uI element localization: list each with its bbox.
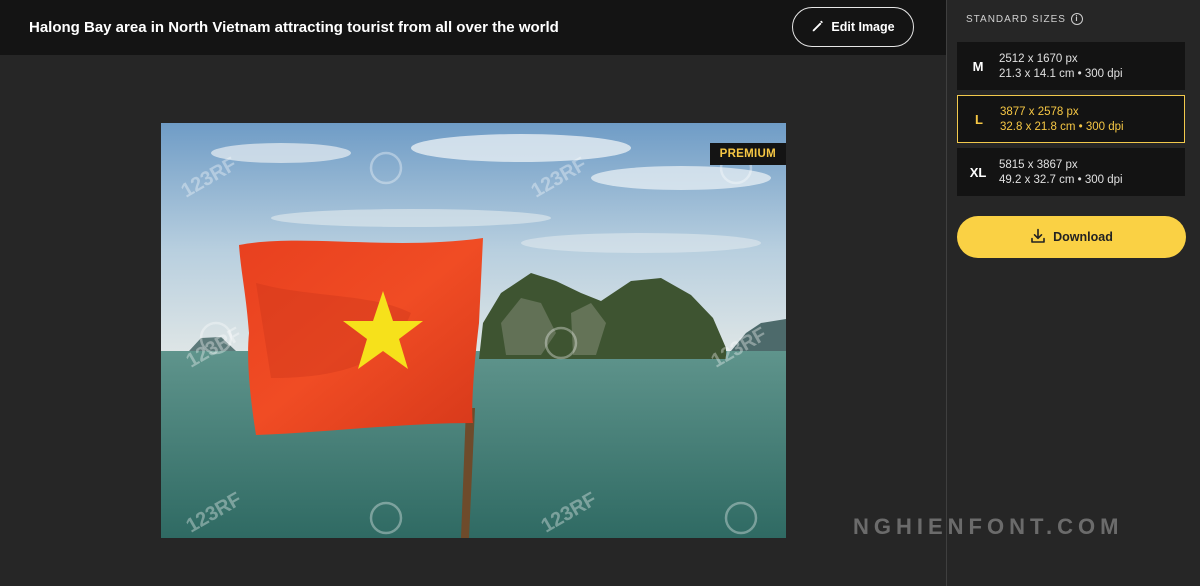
- size-letter: XL: [969, 164, 987, 180]
- photo-preview[interactable]: 123RF 123RF 123RF 123RF 123RF 123RF PREM…: [161, 123, 786, 538]
- image-title: Halong Bay area in North Vietnam attract…: [29, 19, 559, 36]
- premium-badge: PREMIUM: [709, 143, 786, 165]
- size-letter: L: [975, 111, 983, 127]
- header-bar: Halong Bay area in North Vietnam attract…: [0, 0, 946, 55]
- size-detail: 21.3 x 14.1 cm • 300 dpi: [999, 67, 1123, 80]
- size-detail: 49.2 x 32.7 cm • 300 dpi: [999, 173, 1123, 186]
- size-option-xl[interactable]: XL 5815 x 3867 px 49.2 x 32.7 cm • 300 d…: [957, 148, 1185, 196]
- size-detail: 32.8 x 21.8 cm • 300 dpi: [1000, 120, 1124, 133]
- download-label: Download: [1053, 230, 1113, 244]
- standard-sizes-heading: STANDARD SIZES i: [966, 13, 1083, 25]
- pencil-icon: [811, 19, 825, 36]
- info-icon[interactable]: i: [1070, 13, 1083, 25]
- size-letter: M: [972, 58, 984, 74]
- download-button[interactable]: Download: [957, 216, 1186, 258]
- panel-divider: [946, 0, 947, 586]
- size-option-l[interactable]: L 3877 x 2578 px 32.8 x 21.8 cm • 300 dp…: [957, 95, 1185, 143]
- standard-sizes-label: STANDARD SIZES: [966, 13, 1066, 25]
- size-pixels: 2512 x 1670 px: [999, 52, 1078, 65]
- halong-bay-photo: 123RF 123RF 123RF 123RF 123RF 123RF: [161, 123, 786, 538]
- site-watermark: NGHIENFONT.COM: [853, 514, 1124, 539]
- download-icon: [1030, 228, 1046, 247]
- size-option-m[interactable]: M 2512 x 1670 px 21.3 x 14.1 cm • 300 dp…: [957, 42, 1185, 90]
- edit-image-label: Edit Image: [831, 20, 895, 34]
- size-pixels: 5815 x 3867 px: [999, 158, 1078, 171]
- edit-image-button[interactable]: Edit Image: [792, 7, 914, 47]
- size-pixels: 3877 x 2578 px: [1000, 105, 1079, 118]
